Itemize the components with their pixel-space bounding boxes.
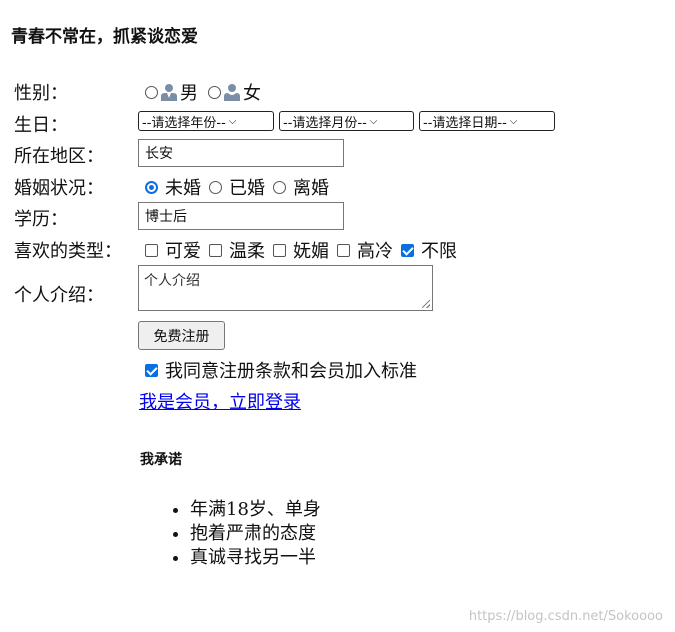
marital-group: 未婚 已婚 离婚 xyxy=(145,174,337,200)
pref-charming-checkbox[interactable] xyxy=(273,243,286,257)
pref-gentle-label: 温柔 xyxy=(229,241,265,262)
pref-aloof-checkbox[interactable] xyxy=(337,243,350,257)
pref-any-label: 不限 xyxy=(421,241,457,262)
pref-cute-label: 可爱 xyxy=(165,241,201,262)
list-item: 抱着严肃的态度 xyxy=(190,522,321,546)
birthday-selects: --请选择年份-- ⌵ --请选择月份-- ⌵ --请选择日期-- ⌵ xyxy=(138,111,560,131)
education-label: 学历： xyxy=(14,209,68,230)
list-item: 年满18岁、单身 xyxy=(190,498,321,522)
birth-month-value: --请选择月份-- xyxy=(283,115,367,131)
intro-textarea[interactable]: 个人介绍 xyxy=(138,265,433,311)
intro-wrap: 个人介绍 xyxy=(138,265,433,311)
birth-month-select[interactable]: --请选择月份-- ⌵ xyxy=(279,111,414,131)
gender-male-label: 男 xyxy=(180,83,198,104)
chevron-down-icon: ⌵ xyxy=(509,115,518,127)
marital-divorced-radio[interactable] xyxy=(273,180,286,194)
gender-male-radio[interactable] xyxy=(145,85,158,99)
education-input[interactable]: 博士后 xyxy=(138,202,344,230)
region-input[interactable]: 长安 xyxy=(138,139,344,167)
preferences-group: 可爱 温柔 妩媚 高冷 不限 xyxy=(145,237,465,263)
gender-group: 男 女 xyxy=(145,79,261,105)
marital-married-label: 已婚 xyxy=(229,178,265,199)
resize-handle-icon[interactable] xyxy=(422,300,430,308)
pref-any-checkbox[interactable] xyxy=(401,243,414,257)
login-link[interactable]: 我是会员，立即登录 xyxy=(139,388,301,414)
region-wrap: 长安 xyxy=(138,139,344,167)
intro-label: 个人介绍： xyxy=(14,285,104,306)
birth-year-select[interactable]: --请选择年份-- ⌵ xyxy=(138,111,274,131)
marital-label: 婚姻状况： xyxy=(14,178,104,199)
birthday-label: 生日： xyxy=(14,115,68,136)
region-label: 所在地区： xyxy=(14,146,104,167)
intro-text: 个人介绍 xyxy=(144,273,200,289)
marital-married-radio[interactable] xyxy=(209,180,222,194)
pref-charming-label: 妩媚 xyxy=(293,241,329,262)
list-item: 真诚寻找另一半 xyxy=(190,546,321,570)
pref-gentle-checkbox[interactable] xyxy=(209,243,222,257)
promise-title: 我承诺 xyxy=(140,452,182,468)
marital-unmarried-label: 未婚 xyxy=(165,178,201,199)
gender-female-label: 女 xyxy=(243,83,261,104)
page-title: 青春不常在，抓紧谈恋爱 xyxy=(11,27,198,47)
register-button[interactable]: 免费注册 xyxy=(138,321,225,350)
birth-day-select[interactable]: --请选择日期-- ⌵ xyxy=(419,111,555,131)
agree-checkbox[interactable] xyxy=(145,363,158,377)
pref-cute-checkbox[interactable] xyxy=(145,243,158,257)
agree-row: 我同意注册条款和会员加入标准 xyxy=(145,357,417,383)
education-wrap: 博士后 xyxy=(138,202,344,230)
male-user-icon xyxy=(161,84,177,101)
gender-female-radio[interactable] xyxy=(208,85,221,99)
marital-unmarried-radio[interactable] xyxy=(145,180,158,194)
birth-day-value: --请选择日期-- xyxy=(423,115,507,131)
gender-label: 性别： xyxy=(14,83,68,104)
chevron-down-icon: ⌵ xyxy=(369,115,378,127)
female-user-icon xyxy=(224,84,240,101)
pref-aloof-label: 高冷 xyxy=(357,241,393,262)
agree-label: 我同意注册条款和会员加入标准 xyxy=(165,361,417,382)
watermark: https://blog.csdn.net/Sokoooo xyxy=(468,609,663,624)
marital-divorced-label: 离婚 xyxy=(293,178,329,199)
birth-year-value: --请选择年份-- xyxy=(142,115,226,131)
promise-list: 年满18岁、单身 抱着严肃的态度 真诚寻找另一半 xyxy=(150,498,321,570)
preferences-label: 喜欢的类型： xyxy=(14,241,122,262)
chevron-down-icon: ⌵ xyxy=(228,115,237,127)
